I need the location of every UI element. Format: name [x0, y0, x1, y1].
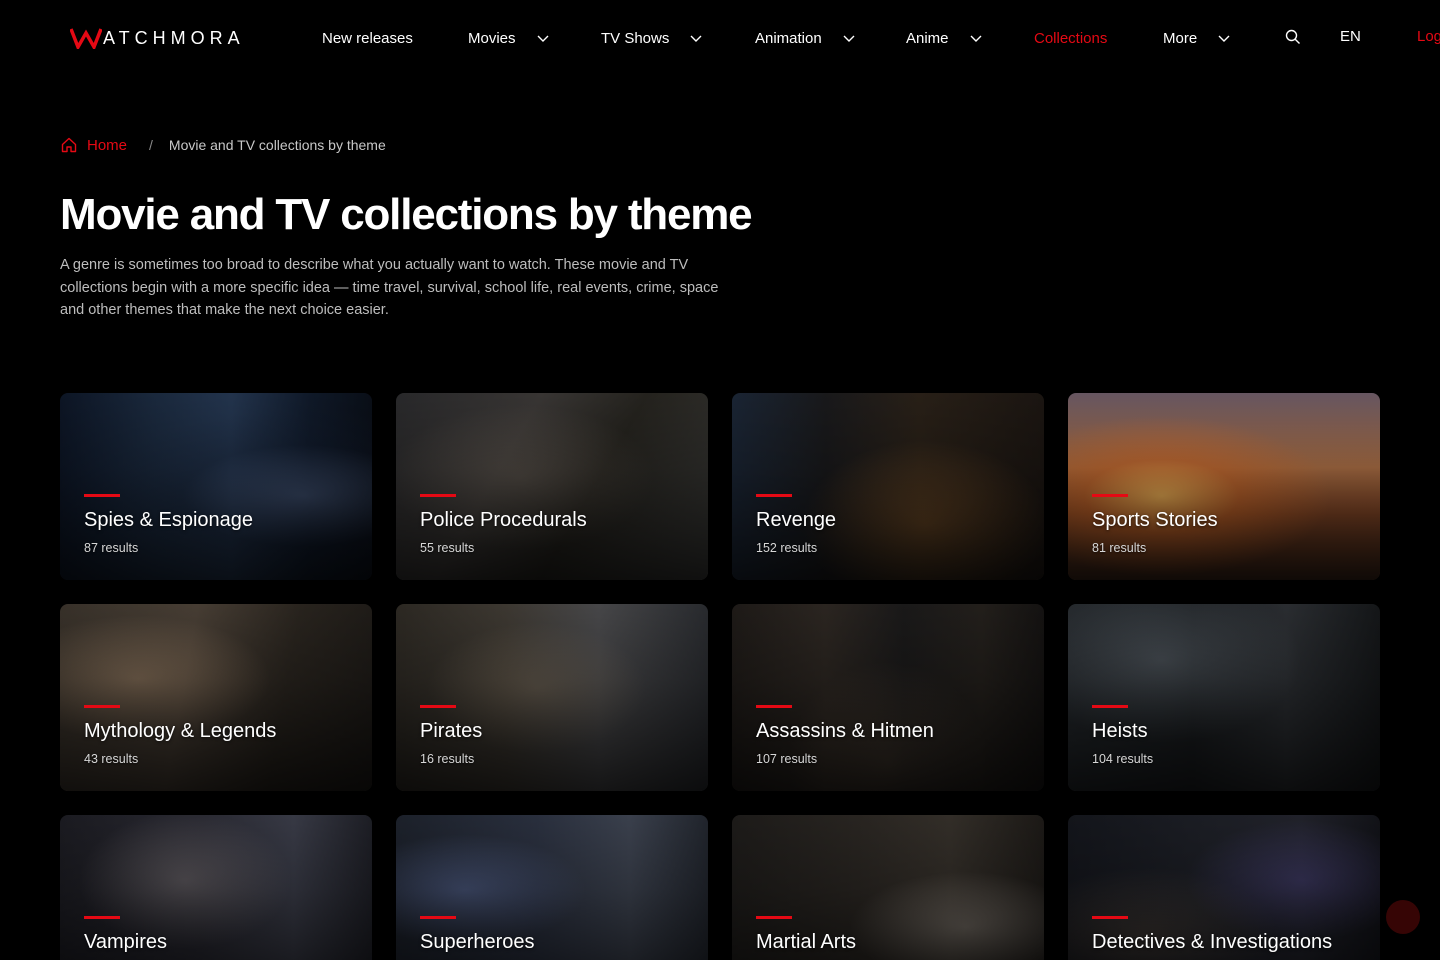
page-description: A genre is sometimes too broad to descri…	[60, 257, 719, 318]
collection-card-superheroes[interactable]: Superheroes	[396, 815, 708, 960]
home-icon[interactable]	[60, 136, 78, 154]
collection-card-revenge[interactable]: Revenge 152 results	[732, 393, 1044, 580]
nav-movies[interactable]: Movies	[468, 28, 550, 48]
collection-card-heists[interactable]: Heists 104 results	[1068, 604, 1380, 791]
nav-label: Anime	[906, 29, 949, 47]
card-count: 81 results	[1092, 541, 1147, 555]
card-accent-bar	[756, 705, 792, 708]
card-title: Superheroes	[420, 931, 535, 953]
breadcrumb-current: Movie and TV collections by theme	[168, 137, 386, 153]
card-title: Police Procedurals	[420, 509, 587, 531]
chevron-down-icon	[1218, 35, 1230, 42]
card-count: 152 results	[756, 541, 818, 555]
chevron-down-icon	[537, 35, 549, 42]
card-title: Assassins & Hitmen	[756, 720, 934, 742]
nav-label: Animation	[755, 29, 822, 47]
logo-w-mark-icon	[70, 28, 102, 49]
collection-card-detectives-investigations[interactable]: Detectives & Investigations	[1068, 815, 1380, 960]
collection-card-assassins-hitmen[interactable]: Assassins & Hitmen 107 results	[732, 604, 1044, 791]
card-accent-bar	[756, 916, 792, 919]
nav-new-releases[interactable]: New releases	[322, 28, 413, 48]
chevron-down-icon	[690, 35, 702, 42]
card-title: Sports Stories	[1092, 509, 1218, 531]
card-accent-bar	[84, 705, 120, 708]
card-count: 107 results	[756, 752, 818, 766]
nav-label: New releases	[322, 29, 413, 47]
breadcrumb-separator: /	[149, 137, 153, 153]
collection-card-mythology-legends[interactable]: Mythology & Legends 43 results	[60, 604, 372, 791]
card-accent-bar	[420, 705, 456, 708]
site-logo[interactable]: ATCHMORA	[70, 26, 245, 50]
page-title: Movie and TV collections by theme	[60, 190, 753, 239]
card-title: Heists	[1092, 720, 1148, 742]
card-count: 43 results	[84, 752, 139, 766]
card-title: Revenge	[756, 509, 837, 531]
breadcrumb-home-link[interactable]: Home	[87, 137, 127, 154]
nav-label: More	[1163, 29, 1198, 47]
card-accent-bar	[1092, 494, 1128, 497]
card-title: Mythology & Legends	[84, 720, 277, 742]
nav-collections[interactable]: Collections	[1034, 28, 1107, 48]
card-title: Vampires	[84, 931, 167, 953]
card-accent-bar	[420, 494, 456, 497]
card-title: Spies & Espionage	[84, 509, 254, 531]
search-icon[interactable]	[1285, 29, 1301, 45]
nav-more[interactable]: More	[1163, 28, 1231, 48]
logo-text: ATCHMORA	[103, 27, 245, 48]
card-accent-bar	[420, 916, 456, 919]
collection-card-martial-arts[interactable]: Martial Arts	[732, 815, 1044, 960]
login-link[interactable]: Log	[1417, 28, 1440, 45]
nav-label: TV Shows	[601, 29, 670, 47]
collection-card-vampires[interactable]: Vampires	[60, 815, 372, 960]
scroll-to-top-button[interactable]	[1386, 900, 1420, 934]
card-title: Detectives & Investigations	[1092, 931, 1333, 953]
breadcrumb: Home / Movie and TV collections by theme	[60, 136, 386, 154]
card-count: 87 results	[84, 541, 139, 555]
card-accent-bar	[84, 916, 120, 919]
card-count: 55 results	[420, 541, 475, 555]
collection-card-sports-stories[interactable]: Sports Stories 81 results	[1068, 393, 1380, 580]
nav-label: Collections	[1034, 29, 1108, 47]
nav-tv-shows[interactable]: TV Shows	[601, 28, 703, 48]
collection-card-pirates[interactable]: Pirates 16 results	[396, 604, 708, 791]
card-accent-bar	[756, 494, 792, 497]
chevron-down-icon	[970, 35, 982, 42]
nav-anime[interactable]: Anime	[906, 28, 983, 48]
nav-label: Movies	[468, 29, 516, 47]
card-accent-bar	[1092, 916, 1128, 919]
collection-card-spies-espionage[interactable]: Spies & Espionage 87 results	[60, 393, 372, 580]
nav-animation[interactable]: Animation	[755, 28, 856, 48]
language-switcher[interactable]: EN	[1340, 28, 1361, 45]
card-accent-bar	[84, 494, 120, 497]
site-header: ATCHMORA New releases Movies TV Shows An…	[0, 0, 1440, 76]
chevron-down-icon	[843, 35, 855, 42]
card-title: Martial Arts	[756, 931, 857, 953]
card-title: Pirates	[420, 720, 483, 742]
card-count: 104 results	[1092, 752, 1154, 766]
card-count: 16 results	[420, 752, 475, 766]
collections-grid: Spies & Espionage 87 results Police Proc…	[60, 393, 1380, 960]
collection-card-police-procedurals[interactable]: Police Procedurals 55 results	[396, 393, 708, 580]
card-accent-bar	[1092, 705, 1128, 708]
